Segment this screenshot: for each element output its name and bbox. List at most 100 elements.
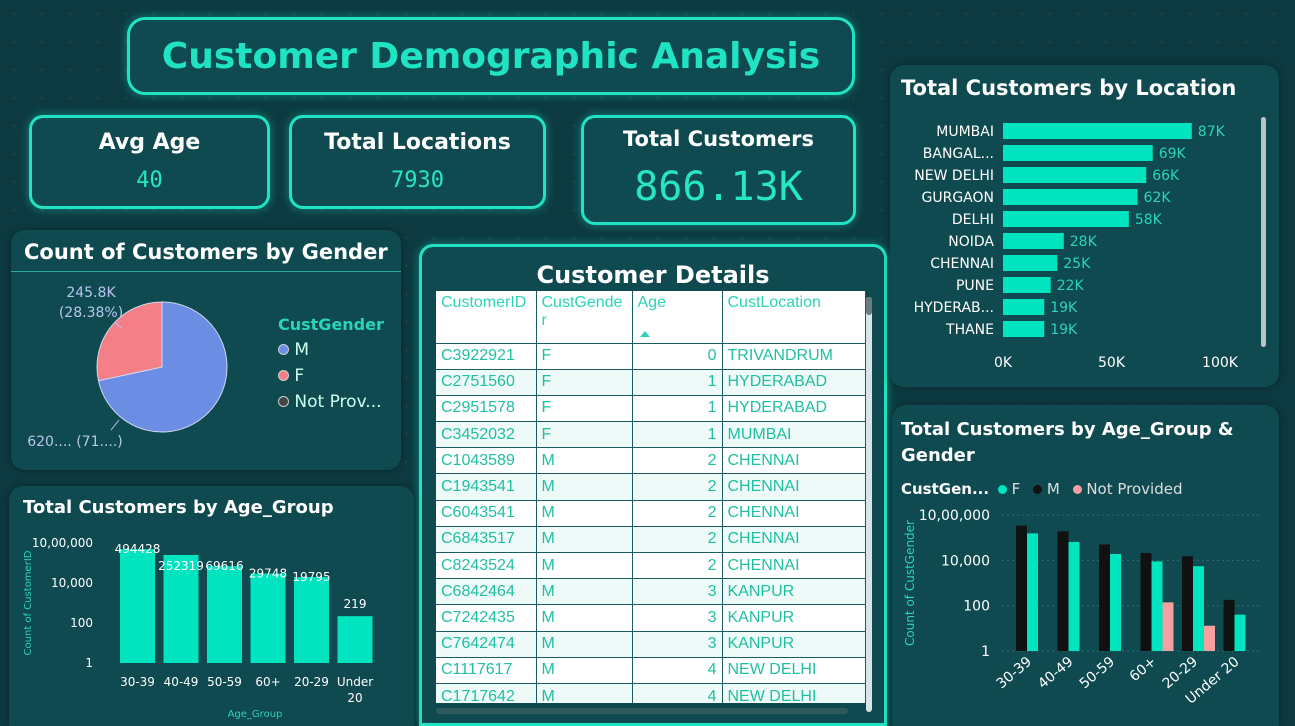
ag-bar-np[interactable]: [1162, 602, 1174, 651]
table-row[interactable]: C6843517 M 2 CHENNAI: [436, 525, 866, 553]
age-group-value-label: 69616: [205, 559, 243, 573]
pie-leader-line-m: [110, 419, 120, 431]
ag-x-tick: 40-49: [1035, 654, 1076, 692]
age-group-value-label: 219: [344, 597, 367, 611]
age-group-bar[interactable]: [337, 616, 373, 663]
cell-customerid: C1943541: [436, 473, 537, 501]
location-scrollbar[interactable]: [1261, 117, 1266, 347]
kpi-total-locations: Total Locations 7930: [289, 115, 546, 209]
location-bar[interactable]: [1003, 167, 1147, 183]
location-bar[interactable]: [1003, 233, 1064, 249]
location-bar-chart: MUMBAI 87K BANGAL... 69K NEW DELHI 66K GURGAON…: [914, 123, 1239, 371]
location-bar[interactable]: [1003, 189, 1138, 205]
table-row[interactable]: C6043541 M 2 CHENNAI: [436, 499, 866, 527]
table-row[interactable]: C3452032 F 1 MUMBAI: [436, 421, 866, 448]
cell-customerid: C3922921: [436, 342, 537, 370]
kpi-total-locations-label: Total Locations: [324, 130, 511, 155]
age-gender-bar-chart: 110010,00010,00,00030-39 40-49 50-59 60+ 20-…: [903, 508, 1262, 708]
table-row[interactable]: C3922921 F 0 TRIVANDRUM: [436, 342, 866, 370]
legend-item-np[interactable]: Not Prov...: [278, 392, 384, 412]
location-value-label: 25K: [1063, 256, 1091, 272]
age-group-ylabel: Count of CustomerID: [23, 550, 34, 655]
cell-location: NEW DELHI: [722, 682, 866, 703]
col-header-customerid[interactable]: CustomerID: [436, 291, 537, 343]
legend-item-f[interactable]: F: [278, 366, 384, 386]
location-bar[interactable]: [1003, 255, 1058, 271]
col-header-age[interactable]: Age: [632, 291, 723, 343]
col-header-custlocation[interactable]: CustLocation: [722, 291, 866, 343]
ag-bar-f[interactable]: [1193, 566, 1204, 651]
ag-bar-m[interactable]: [1140, 553, 1152, 651]
table-row[interactable]: C2751560 F 1 HYDERABAD: [436, 368, 866, 396]
ag-bar-f[interactable]: [1110, 554, 1121, 651]
cell-location: CHENNAI: [722, 447, 866, 474]
kpi-avg-age: Avg Age 40: [29, 115, 270, 209]
ag-bar-f[interactable]: [1027, 533, 1038, 651]
ag-bar-np[interactable]: [1204, 625, 1215, 651]
cell-gender: F: [536, 342, 633, 370]
cell-age: 3: [632, 604, 723, 632]
cell-gender: M: [536, 578, 633, 605]
location-bar[interactable]: [1003, 145, 1153, 161]
ag-bar-m[interactable]: [1016, 525, 1027, 651]
location-value-label: 19K: [1050, 300, 1078, 316]
table-row[interactable]: C1943541 M 2 CHENNAI: [436, 473, 866, 501]
cell-gender: M: [536, 499, 633, 527]
customer-details-panel: Customer Details CustomerID CustGende r …: [419, 244, 887, 726]
table-row[interactable]: C8243524 M 2 CHENNAI: [436, 551, 866, 579]
location-value-label: 66K: [1152, 168, 1180, 184]
gender-legend-title: CustGender: [278, 315, 384, 334]
ag-bar-f[interactable]: [1151, 561, 1163, 651]
ag-bar-f[interactable]: [1068, 541, 1080, 651]
legend-label-np: Not Prov...: [294, 392, 382, 412]
age-group-bar[interactable]: [120, 549, 155, 663]
table-row[interactable]: C2951578 F 1 HYDERABAD: [436, 394, 866, 422]
age-group-bar[interactable]: [250, 573, 286, 663]
cell-location: CHENNAI: [722, 499, 866, 527]
ag-y-tick: 10,00,000: [919, 508, 990, 524]
location-x-tick: 0K: [994, 355, 1013, 371]
cell-age: 1: [632, 394, 723, 422]
table-row[interactable]: C6842464 M 3 KANPUR: [436, 578, 866, 605]
location-bar[interactable]: [1003, 321, 1045, 337]
cell-age: 2: [632, 447, 723, 474]
age-group-x-tick: 30-39: [120, 675, 155, 689]
vertical-scroll-thumb[interactable]: [866, 297, 872, 315]
legend-dot-m: [278, 344, 289, 355]
age-y-tick: 1: [85, 656, 93, 670]
ag-bar-m[interactable]: [1057, 531, 1069, 651]
location-bar[interactable]: [1003, 299, 1045, 315]
ag-bar-f[interactable]: [1234, 614, 1246, 651]
cell-gender: F: [536, 368, 633, 396]
header-banner: Customer Demographic Analysis: [127, 17, 855, 95]
table-row[interactable]: C7642474 M 3 KANPUR: [436, 630, 866, 658]
legend-item-m[interactable]: M: [278, 340, 384, 360]
customer-details-table[interactable]: CustomerID CustGende r Age CustLocation …: [436, 291, 866, 703]
table-row[interactable]: C1043589 M 2 CHENNAI: [436, 447, 866, 474]
cell-customerid: C2951578: [436, 394, 537, 422]
cell-age: 2: [632, 525, 723, 553]
vertical-scrollbar[interactable]: [866, 297, 872, 712]
table-row[interactable]: C1117617 M 4 NEW DELHI: [436, 656, 866, 684]
age-group-bar[interactable]: [294, 577, 329, 663]
age-group-bar[interactable]: [207, 566, 242, 663]
cell-gender: F: [536, 394, 633, 422]
ag-bar-m[interactable]: [1182, 556, 1193, 651]
cell-age: 3: [632, 578, 723, 605]
location-bar[interactable]: [1003, 211, 1129, 227]
ag-bar-m[interactable]: [1223, 599, 1235, 651]
age-gender-chart-panel: Total Customers by Age_Group & Gender Cu…: [892, 405, 1279, 726]
location-value-label: 87K: [1198, 124, 1226, 140]
ag-bar-m[interactable]: [1099, 544, 1110, 651]
col-header-custgender[interactable]: CustGende r: [536, 291, 633, 343]
location-x-tick: 50K: [1098, 355, 1126, 371]
age-group-value-label: 19795: [292, 570, 330, 584]
location-bar[interactable]: [1003, 123, 1192, 139]
cell-location: TRIVANDRUM: [722, 342, 866, 370]
cell-age: 2: [632, 551, 723, 579]
table-row[interactable]: C7242435 M 3 KANPUR: [436, 604, 866, 632]
horizontal-scrollbar[interactable]: [436, 708, 848, 714]
age-y-tick: 100: [70, 616, 93, 630]
location-bar[interactable]: [1003, 277, 1051, 293]
table-row[interactable]: C1717642 M 4 NEW DELHI: [436, 682, 866, 703]
